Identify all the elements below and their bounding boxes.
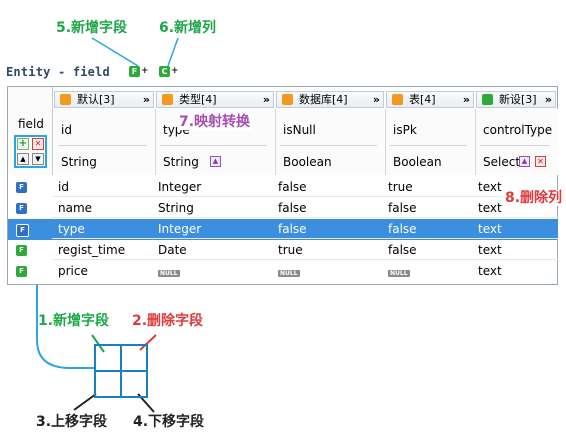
mapping-convert-icon[interactable]: ▲: [210, 156, 221, 167]
subheader-controltype: controlType Select ▲ ✕: [476, 109, 558, 175]
mapping-convert-icon[interactable]: ▲: [519, 156, 530, 167]
annotation-delete-column: 8.删除列: [503, 190, 565, 206]
entity-title: Entity - field: [6, 65, 110, 79]
null-badge: NULL: [158, 270, 180, 277]
field-row-icon: F: [16, 203, 27, 214]
column-icon: [482, 94, 493, 105]
subheader-ispk: isPk Boolean: [386, 109, 476, 175]
field-row-icon: F: [16, 245, 27, 256]
column-icon: [282, 94, 293, 105]
annotation-move-down: 4.下移字段: [133, 414, 205, 430]
field-row-icon: F: [16, 224, 29, 237]
column-header-database[interactable]: 数据库[4] »: [276, 91, 384, 108]
field-row-icon: F: [16, 182, 27, 193]
plus-icon: +: [171, 66, 179, 76]
column-header-type[interactable]: 类型[4] »: [156, 91, 274, 108]
null-badge: NULL: [278, 270, 300, 277]
column-icon: [60, 94, 71, 105]
table-row[interactable]: id Integer false true text: [52, 177, 558, 197]
null-badge: NULL: [388, 270, 410, 277]
delete-column-button[interactable]: ✕: [535, 156, 546, 167]
expand-chevron-icon[interactable]: »: [545, 92, 552, 107]
add-column-toolbar-icon[interactable]: C: [159, 66, 170, 77]
expand-chevron-icon[interactable]: »: [143, 92, 150, 107]
expand-chevron-icon[interactable]: »: [263, 92, 270, 107]
table-row[interactable]: name String false false text: [52, 198, 558, 218]
expand-chevron-icon[interactable]: »: [373, 92, 380, 107]
annotation-delete-field: 2.删除字段: [132, 313, 204, 329]
table-row[interactable]: price NULL NULL NULL text: [52, 261, 558, 281]
field-buttons-highlight: [14, 135, 47, 168]
table-row-selected[interactable]: type Integer false false text: [52, 219, 558, 239]
subheader-isnull: isNull Boolean: [276, 109, 386, 175]
column-header-default[interactable]: 默认[3] »: [54, 91, 154, 108]
annotation-mapping-convert: 7.映射转换: [177, 114, 253, 130]
column-header-new[interactable]: 新设[3] »: [476, 91, 556, 108]
field-row-icon: F: [16, 266, 27, 277]
field-label: field: [18, 117, 44, 131]
column-header-table[interactable]: 表[4] »: [386, 91, 474, 108]
expand-chevron-icon[interactable]: »: [463, 92, 470, 107]
zoom-divider-horizontal: [94, 370, 148, 372]
add-field-toolbar-icon[interactable]: F: [129, 66, 140, 77]
annotation-add-field: 1.新增字段: [38, 313, 110, 329]
annotation-move-up: 3.上移字段: [36, 414, 108, 430]
column-icon: [392, 94, 403, 105]
column-icon: [162, 94, 173, 105]
table-row[interactable]: regist_time Date true false text: [52, 240, 558, 260]
subheader-id: id String: [54, 109, 156, 175]
field-grid: field + ✕ ▲ ▼ 默认[3] » 类型[4] » 数据库[4] » 表…: [7, 86, 558, 285]
plus-icon: +: [141, 66, 149, 76]
